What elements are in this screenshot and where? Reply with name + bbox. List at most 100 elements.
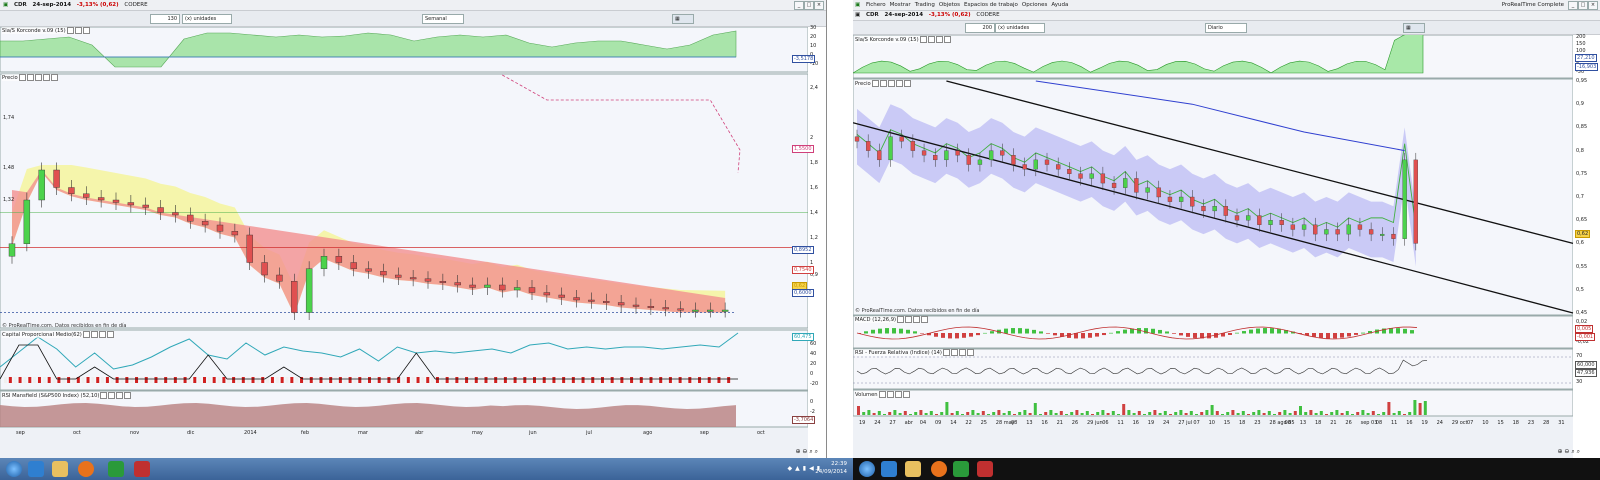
capital-bar — [688, 377, 692, 383]
volume-bar — [992, 412, 996, 415]
candle — [573, 297, 580, 301]
candle — [866, 141, 871, 151]
macd-bar — [1249, 329, 1253, 334]
firefox-icon[interactable] — [78, 461, 94, 477]
chart-tools-button[interactable]: ▦ — [1403, 23, 1425, 33]
macd-bar — [1207, 333, 1211, 339]
capital-bar — [693, 377, 697, 383]
close-button[interactable]: × — [814, 1, 824, 10]
date-axis-label: 29 oct — [1451, 420, 1468, 426]
menu-item[interactable]: Ayuda — [1051, 0, 1068, 10]
menu-item[interactable]: Objetos — [939, 0, 960, 10]
period-select[interactable]: Semanal — [422, 14, 464, 24]
price-axis-label: 1,4 — [810, 209, 818, 216]
volume-bar — [1283, 410, 1287, 415]
folder-icon[interactable] — [52, 461, 68, 477]
capital-bar — [518, 377, 522, 383]
maximize-button[interactable]: □ — [1578, 1, 1588, 10]
candle — [1257, 215, 1262, 225]
candle — [899, 136, 904, 142]
panel-label-price: Precio — [2, 74, 58, 81]
capital-bar — [241, 377, 245, 383]
period-select[interactable]: Diario — [1205, 23, 1247, 33]
units-label: (x) unidades — [998, 25, 1030, 31]
volume-bar — [1345, 411, 1349, 415]
units-select[interactable]: (x) unidades — [995, 23, 1045, 33]
rsi-axis-label: 70 — [1576, 353, 1583, 359]
chart-app-icon[interactable] — [953, 461, 969, 477]
minimize-button[interactable]: _ — [794, 1, 804, 10]
firefox-icon[interactable] — [931, 461, 947, 477]
menu-item[interactable]: Fichero — [866, 0, 886, 10]
units-label: (x) unidades — [185, 16, 217, 22]
capital-bar — [634, 377, 638, 383]
candle — [83, 193, 90, 198]
volume-bar — [1028, 413, 1032, 415]
date-axis-label: 08 — [1375, 420, 1383, 426]
prorealtime-icon[interactable] — [977, 461, 993, 477]
volume-bar — [1210, 405, 1214, 415]
capital-bar — [377, 377, 381, 383]
folder-icon[interactable] — [905, 461, 921, 477]
menu-item[interactable]: Trading — [915, 0, 935, 10]
capital-bar — [353, 377, 357, 383]
capital-bar — [222, 377, 226, 383]
volume-bar — [1304, 412, 1308, 415]
candle — [305, 268, 313, 313]
capital-bar — [101, 377, 105, 383]
minimize-button[interactable]: _ — [1568, 1, 1578, 10]
volume-bar — [1340, 413, 1344, 415]
candle — [1056, 164, 1061, 170]
menu-item[interactable]: Opciones — [1022, 0, 1047, 10]
maximize-button[interactable]: □ — [804, 1, 814, 10]
second-taskbar — [853, 458, 1600, 480]
price-axis-label: 2 — [810, 134, 814, 141]
candle — [350, 262, 357, 269]
units-select[interactable]: (x) unidades — [182, 14, 232, 24]
zoom-controls[interactable]: ⊕ ⊖ ⌕ ⌕ — [796, 448, 819, 456]
capital-bar — [159, 377, 163, 383]
candle — [1178, 196, 1184, 202]
clock[interactable]: 22:39 24/09/2014 — [815, 460, 847, 476]
candle — [1078, 173, 1083, 179]
volume-bar — [1257, 410, 1261, 415]
chart-app-icon[interactable] — [108, 461, 124, 477]
candle — [187, 214, 194, 222]
prorealtime-icon[interactable] — [134, 461, 150, 477]
close-button[interactable]: × — [1588, 1, 1598, 10]
capital-bar — [96, 377, 100, 383]
candle — [1167, 196, 1173, 202]
volume-bar — [867, 410, 871, 415]
ie-icon[interactable] — [28, 461, 44, 477]
capital-bar — [566, 377, 570, 383]
candle — [112, 199, 120, 203]
start-orb-icon[interactable] — [859, 461, 875, 477]
capital-bar — [178, 377, 182, 383]
macd-bar — [1123, 329, 1127, 334]
date-axis-label: 13 — [1026, 420, 1033, 426]
candle — [1212, 206, 1217, 212]
capital-bar — [401, 377, 405, 383]
candle — [1022, 164, 1027, 170]
volume-bar — [1200, 412, 1204, 415]
candle — [910, 141, 916, 151]
capital-bar — [227, 377, 231, 383]
volume-bar — [883, 414, 886, 415]
candle — [1145, 187, 1150, 193]
ie-icon[interactable] — [881, 461, 897, 477]
units-input[interactable]: 200 — [965, 23, 995, 33]
menu-item[interactable]: Mostrar — [890, 0, 911, 10]
candle — [454, 282, 461, 286]
start-orb-icon[interactable] — [6, 461, 22, 477]
clock-date: 24/09/2014 — [815, 469, 847, 475]
units-input[interactable]: 130 — [150, 14, 180, 24]
volume-bar — [966, 412, 970, 415]
menu-item[interactable]: Espacios de trabajo — [964, 0, 1018, 10]
macd-bar — [1263, 328, 1267, 334]
date-axis-label: 16 — [1132, 420, 1139, 426]
zoom-controls[interactable]: ⊕ ⊖ ⌕ ⌕ — [1558, 448, 1581, 456]
candle — [888, 136, 893, 161]
chart-tools-button[interactable]: ▦ — [672, 14, 694, 24]
capital-bar — [416, 377, 420, 383]
capital-bar — [460, 377, 464, 383]
